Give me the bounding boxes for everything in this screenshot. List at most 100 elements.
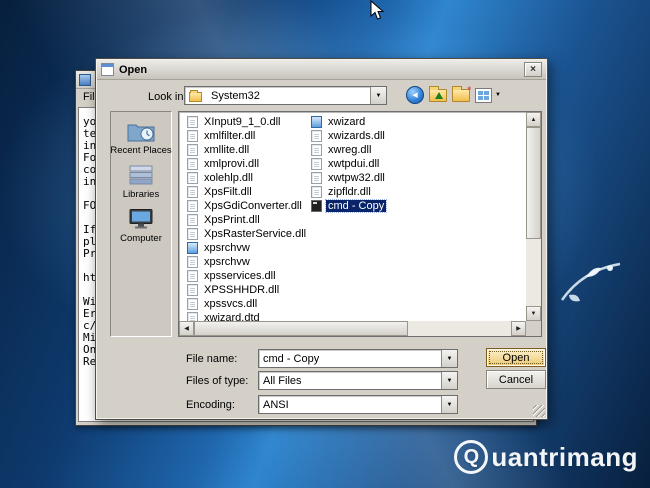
vertical-scrollbar[interactable]: ▲ ▼ — [526, 112, 541, 321]
computer-icon — [129, 209, 153, 229]
scroll-up-icon: ▲ — [530, 116, 537, 123]
list-item[interactable]: xpssvcs.dll — [187, 297, 308, 311]
files-of-type-combobox[interactable]: All Files ▼ — [258, 371, 458, 390]
views-menu-button[interactable] — [475, 87, 492, 103]
horizontal-scrollbar-thumb[interactable] — [194, 321, 408, 336]
file-name-label: cmd - Copy — [324, 199, 388, 213]
open-button[interactable]: Open — [486, 348, 546, 367]
places-label: Libraries — [122, 189, 160, 200]
scroll-right-button[interactable]: ▶ — [511, 321, 526, 336]
wallpaper-bird-ornament — [560, 262, 621, 302]
list-item[interactable]: xwreg.dll — [311, 143, 387, 157]
file-name-label: xmlfilter.dll — [204, 130, 256, 142]
files-of-type-label: Files of type: — [186, 375, 249, 387]
file-name-combobox[interactable]: cmd - Copy ▼ — [258, 349, 458, 368]
list-item[interactable]: XPSSHHDR.dll — [187, 283, 308, 297]
file-name-label: XPSSHHDR.dll — [204, 284, 280, 296]
file-name-label: xwizard — [328, 116, 366, 128]
list-item[interactable]: XInput9_1_0.dll — [187, 115, 308, 129]
list-item[interactable]: XpsRasterService.dll — [187, 227, 308, 241]
scrollbar-corner — [526, 321, 541, 336]
dialog-toolbar: ◀ * ▼ — [406, 85, 501, 104]
dialog-titlebar[interactable]: Open × — [97, 60, 546, 80]
list-item[interactable]: XpsGdiConverter.dll — [187, 199, 308, 213]
list-item[interactable]: zipfldr.dll — [311, 185, 387, 199]
dialog-title: Open — [119, 63, 148, 76]
file-name-dropdown-button[interactable]: ▼ — [441, 350, 457, 367]
list-item[interactable]: xpsservices.dll — [187, 269, 308, 283]
list-item[interactable]: XpsPrint.dll — [187, 213, 308, 227]
list-item[interactable]: XpsFilt.dll — [187, 185, 308, 199]
cancel-button[interactable]: Cancel — [486, 370, 546, 389]
scroll-down-button[interactable]: ▼ — [526, 306, 541, 321]
list-item[interactable]: xwtpw32.dll — [311, 171, 387, 185]
files-of-type-value: All Files — [263, 374, 302, 387]
vertical-scrollbar-thumb[interactable] — [526, 127, 541, 239]
scroll-up-button[interactable]: ▲ — [526, 112, 541, 127]
places-item-libraries[interactable]: Libraries — [111, 163, 171, 200]
file-icon — [311, 158, 322, 170]
dialog-icon — [101, 63, 114, 76]
watermark-q-badge: Q — [454, 440, 489, 474]
file-list: XInput9_1_0.dll xmlfilter.dll xmllite.dl… — [178, 111, 542, 337]
cancel-button-label: Cancel — [498, 373, 534, 386]
file-name-label: xwtpdui.dll — [328, 158, 380, 170]
close-icon: × — [530, 63, 536, 75]
file-name-label: zipfldr.dll — [328, 186, 371, 198]
look-in-combobox[interactable]: System32 ▼ — [184, 86, 387, 105]
list-item[interactable]: xolehlp.dll — [187, 171, 308, 185]
list-item[interactable]: xmlfilter.dll — [187, 129, 308, 143]
list-item[interactable]: xwizard — [311, 115, 387, 129]
places-item-computer[interactable]: Computer — [111, 207, 171, 244]
chevron-down-icon: ▼ — [446, 401, 453, 408]
file-icon — [311, 186, 322, 198]
scroll-down-icon: ▼ — [530, 310, 537, 317]
up-arrow-icon — [435, 91, 443, 99]
list-item[interactable]: xmlprovi.dll — [187, 157, 308, 171]
list-item-selected[interactable]: cmd - Copy — [311, 199, 388, 213]
encoding-combobox[interactable]: ANSI ▼ — [258, 395, 458, 414]
file-icon — [187, 186, 198, 198]
close-button[interactable]: × — [524, 62, 542, 77]
file-name-label: XInput9_1_0.dll — [204, 116, 281, 128]
list-item[interactable]: xpsrchvw — [187, 255, 308, 269]
look-in-dropdown-button[interactable]: ▼ — [370, 87, 386, 104]
up-one-level-button[interactable] — [429, 85, 447, 102]
mouse-cursor — [370, 0, 384, 20]
open-button-label: Open — [502, 351, 530, 364]
resize-grip[interactable] — [533, 405, 545, 417]
file-icon — [187, 228, 198, 240]
file-list-column-1: XInput9_1_0.dll xmlfilter.dll xmllite.dl… — [187, 115, 308, 325]
scroll-right-icon: ▶ — [516, 326, 521, 332]
file-icon — [187, 172, 198, 184]
file-name-label: xwizards.dll — [328, 130, 385, 142]
new-folder-button[interactable]: * — [452, 85, 471, 102]
files-of-type-dropdown-button[interactable]: ▼ — [441, 372, 457, 389]
list-item[interactable]: xmllite.dll — [187, 143, 308, 157]
encoding-dropdown-button[interactable]: ▼ — [441, 396, 457, 413]
file-name-label-static: File name: — [186, 353, 238, 365]
back-button[interactable]: ◀ — [406, 86, 424, 104]
file-icon — [187, 116, 198, 128]
views-dropdown-icon[interactable]: ▼ — [495, 92, 501, 98]
open-dialog: Open × Look in: System32 ▼ ◀ * ▼ Recent … — [95, 58, 548, 420]
chevron-down-icon: ▼ — [375, 92, 382, 99]
horizontal-scrollbar[interactable]: ◀ ▶ — [179, 321, 526, 336]
file-icon — [187, 214, 198, 226]
back-arrow-icon: ◀ — [412, 92, 418, 99]
list-item[interactable]: xwizards.dll — [311, 129, 387, 143]
places-item-recent[interactable]: Recent Places — [110, 119, 172, 156]
list-item[interactable]: xwtpdui.dll — [311, 157, 387, 171]
file-name-label: xmllite.dll — [204, 144, 250, 156]
libraries-icon — [129, 165, 153, 185]
scroll-left-button[interactable]: ◀ — [179, 321, 194, 336]
file-icon — [187, 200, 198, 212]
recent-places-icon — [127, 124, 155, 142]
list-item[interactable]: xpsrchvw — [187, 241, 308, 255]
file-icon — [311, 172, 322, 184]
file-icon — [187, 130, 198, 142]
file-icon — [187, 242, 198, 254]
look-in-label: Look in: — [148, 91, 187, 103]
file-name-label: xwreg.dll — [328, 144, 372, 156]
file-icon — [187, 158, 198, 170]
